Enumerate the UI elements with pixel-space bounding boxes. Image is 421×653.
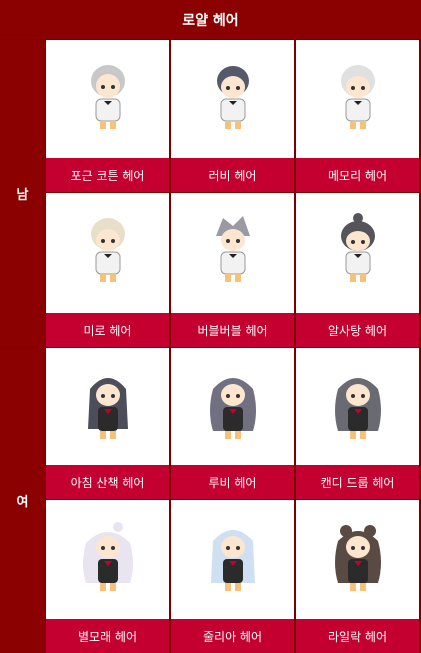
- character-avatar: [171, 193, 294, 310]
- hair-item[interactable]: 메모리 헤어: [296, 40, 419, 192]
- hair-name: 아침 산책 헤어: [46, 465, 169, 499]
- hair-item[interactable]: 줄리아 헤어: [171, 500, 294, 653]
- section-label-female: 여: [0, 348, 45, 653]
- hair-item[interactable]: 러비 헤어: [171, 40, 294, 192]
- character-avatar: [46, 193, 169, 310]
- hair-name: 캔디 드룹 헤어: [296, 465, 419, 499]
- character-avatar: [46, 40, 169, 157]
- hair-name: 포근 코튼 헤어: [46, 158, 169, 192]
- hair-item[interactable]: 루비 헤어: [171, 348, 294, 499]
- character-avatar: [296, 193, 419, 310]
- section-label-male: 남: [0, 40, 45, 347]
- hair-name: 메모리 헤어: [296, 158, 419, 192]
- character-avatar: [46, 348, 169, 465]
- character-avatar: [296, 500, 419, 617]
- hair-name: 별모래 헤어: [46, 619, 169, 653]
- hair-item[interactable]: 아침 산책 헤어: [46, 348, 169, 499]
- character-avatar: [46, 500, 169, 617]
- character-avatar: [171, 500, 294, 617]
- hair-item[interactable]: 버블버블 헤어: [171, 193, 294, 347]
- hair-item[interactable]: 미로 헤어: [46, 193, 169, 347]
- hair-item[interactable]: 라일락 헤어: [296, 500, 419, 653]
- hair-item[interactable]: 별모래 헤어: [46, 500, 169, 653]
- hair-name: 러비 헤어: [171, 158, 294, 192]
- hair-item[interactable]: 캔디 드룹 헤어: [296, 348, 419, 499]
- hair-name: 줄리아 헤어: [171, 619, 294, 653]
- hair-name: 라일락 헤어: [296, 619, 419, 653]
- hair-name: 알사탕 헤어: [296, 313, 419, 347]
- royal-hair-table: 로얄 헤어 남 여 포근 코튼 헤어 러비 헤어 메모리 헤어 미로 헤어 버블…: [0, 0, 421, 653]
- hair-name: 루비 헤어: [171, 465, 294, 499]
- character-avatar: [171, 348, 294, 465]
- hair-name: 미로 헤어: [46, 313, 169, 347]
- character-avatar: [296, 348, 419, 465]
- hair-item[interactable]: 포근 코튼 헤어: [46, 40, 169, 192]
- character-avatar: [171, 40, 294, 157]
- hair-name: 버블버블 헤어: [171, 313, 294, 347]
- table-title: 로얄 헤어: [0, 0, 421, 39]
- hair-item[interactable]: 알사탕 헤어: [296, 193, 419, 347]
- character-avatar: [296, 40, 419, 157]
